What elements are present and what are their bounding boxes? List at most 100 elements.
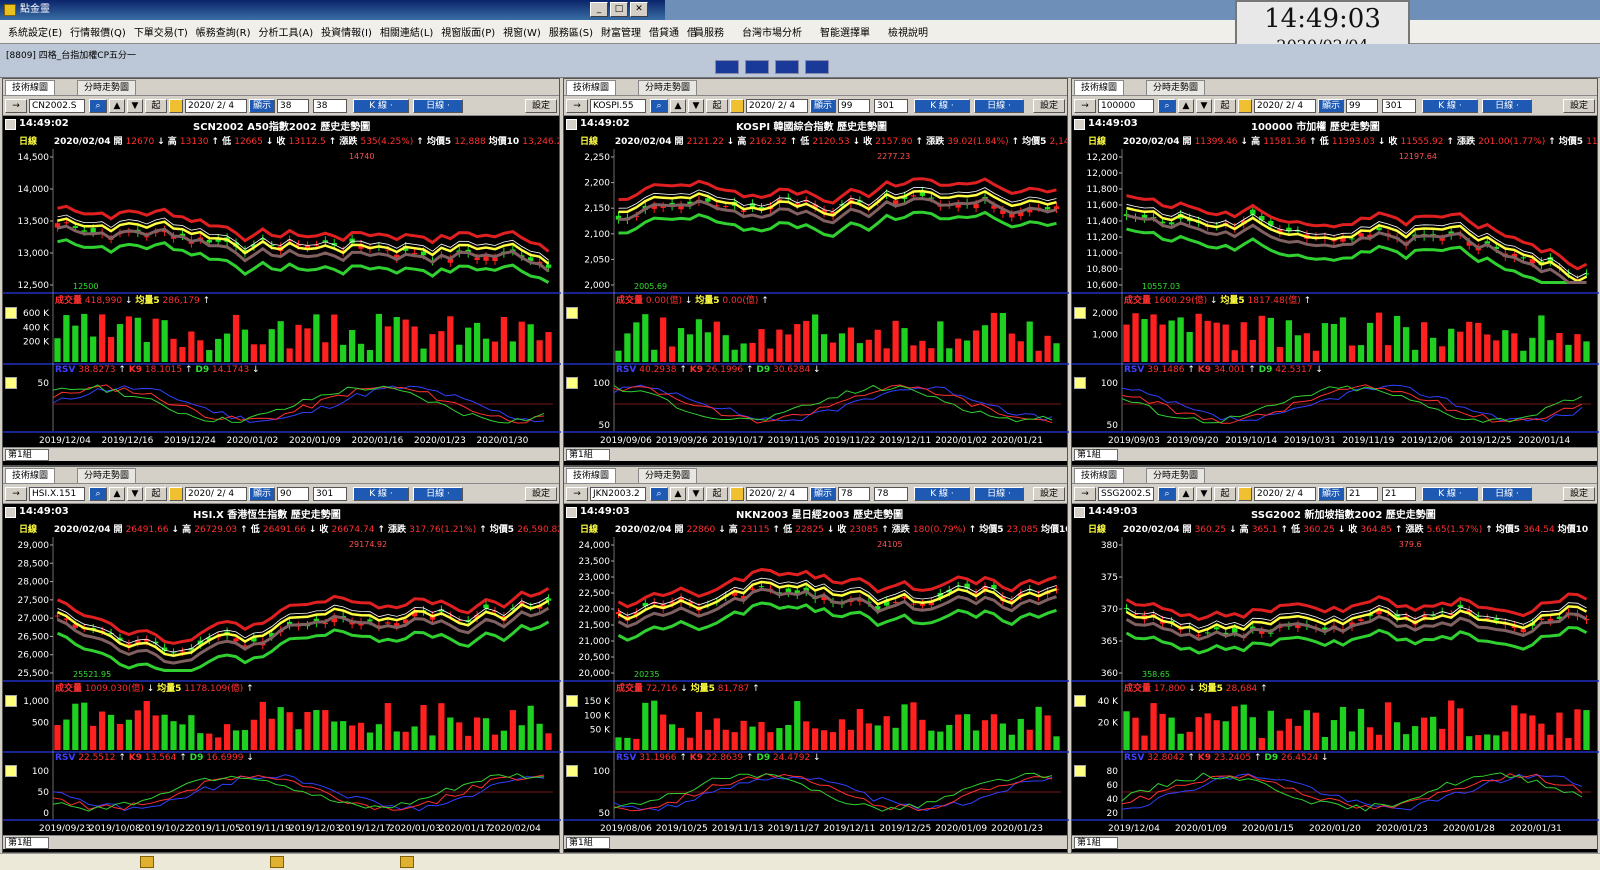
arrow-icon[interactable]: → [566, 99, 588, 113]
kline-dropdown[interactable]: K 線 · [914, 99, 970, 113]
start-button[interactable]: 起 [1214, 487, 1236, 501]
pane-menu-icon[interactable] [5, 307, 17, 319]
show-count-a[interactable]: 38 [277, 99, 309, 113]
menu-item[interactable]: 員服務 [690, 24, 728, 39]
kline-dropdown[interactable]: K 線 · [353, 487, 409, 501]
tab-technical[interactable]: 技術線圖 [5, 80, 56, 95]
menu-item[interactable]: 行情報價(Q) [66, 24, 130, 39]
menu-item[interactable]: 借貸通 [645, 24, 683, 39]
settings-button[interactable]: 設定 [525, 487, 557, 501]
start-button[interactable]: 起 [1214, 99, 1236, 113]
up-icon[interactable]: ▲ [109, 99, 125, 113]
date-input[interactable]: 2020/ 2/ 4 [746, 487, 808, 501]
down-icon[interactable]: ▼ [688, 99, 704, 113]
group-select[interactable]: 第1組 [566, 837, 610, 849]
show-count-a[interactable]: 78 [838, 487, 870, 501]
menu-item[interactable]: 相關連結(L) [376, 24, 437, 39]
search-icon[interactable]: ⌕ [650, 99, 668, 113]
group-select[interactable]: 第1組 [566, 449, 610, 461]
taskbar-app-icon[interactable] [270, 856, 284, 868]
kline-dropdown[interactable]: K 線 · [1422, 487, 1478, 501]
tab-minute[interactable]: 分時走勢圖 [77, 468, 137, 483]
up-icon[interactable]: ▲ [670, 99, 686, 113]
pane-menu-icon[interactable] [566, 307, 578, 319]
group-select[interactable]: 第1組 [1074, 449, 1118, 461]
symbol-input[interactable]: KOSPI.55 [590, 99, 646, 113]
menu-item[interactable]: 檢視說明 [884, 24, 932, 39]
show-count-a[interactable]: 99 [1346, 99, 1378, 113]
calendar-icon[interactable] [1238, 99, 1252, 113]
tab-technical[interactable]: 技術線圖 [566, 468, 617, 483]
arrow-icon[interactable]: → [1074, 487, 1096, 501]
menu-item[interactable]: 下單交易(T) [130, 24, 192, 39]
symbol-input[interactable]: HSI.X.151 [29, 487, 85, 501]
maximize-button[interactable]: □ [610, 2, 628, 17]
up-icon[interactable]: ▲ [1178, 487, 1194, 501]
calendar-icon[interactable] [169, 487, 183, 501]
menu-item[interactable]: 帳務查詢(R) [192, 24, 255, 39]
calendar-icon[interactable] [1238, 487, 1252, 501]
calendar-icon[interactable] [169, 99, 183, 113]
settings-button[interactable]: 設定 [1033, 99, 1065, 113]
calendar-icon[interactable] [730, 99, 744, 113]
search-icon[interactable]: ⌕ [89, 99, 107, 113]
show-count-b[interactable]: 21 [1382, 487, 1416, 501]
daily-dropdown[interactable]: 日線 · [1482, 487, 1532, 501]
show-count-b[interactable]: 38 [313, 99, 347, 113]
group-select[interactable]: 第1組 [5, 837, 49, 849]
show-count-b[interactable]: 301 [1382, 99, 1416, 113]
menu-item[interactable]: 系統設定(E) [4, 24, 66, 39]
down-icon[interactable]: ▼ [127, 487, 143, 501]
start-button[interactable]: 起 [706, 487, 728, 501]
daily-dropdown[interactable]: 日線 · [1482, 99, 1532, 113]
up-icon[interactable]: ▲ [670, 487, 686, 501]
chart-menu-icon[interactable] [1074, 507, 1085, 518]
start-button[interactable]: 起 [145, 99, 167, 113]
date-input[interactable]: 2020/ 2/ 4 [746, 99, 808, 113]
group-select[interactable]: 第1組 [1074, 837, 1118, 849]
layout-icon-1[interactable] [715, 60, 739, 74]
pane-menu-icon[interactable] [1074, 307, 1086, 319]
group-select[interactable]: 第1組 [5, 449, 49, 461]
up-icon[interactable]: ▲ [1178, 99, 1194, 113]
show-count-b[interactable]: 301 [313, 487, 347, 501]
pane-menu-icon[interactable] [1074, 377, 1086, 389]
show-button[interactable]: 顯示 [1318, 487, 1344, 501]
pane-menu-icon[interactable] [1074, 695, 1086, 707]
show-button[interactable]: 顯示 [249, 99, 275, 113]
show-button[interactable]: 顯示 [249, 487, 275, 501]
search-icon[interactable]: ⌕ [89, 487, 107, 501]
chart-menu-icon[interactable] [5, 507, 16, 518]
symbol-input[interactable]: 100000 [1098, 99, 1154, 113]
down-icon[interactable]: ▼ [1196, 487, 1212, 501]
show-count-a[interactable]: 90 [277, 487, 309, 501]
show-count-b[interactable]: 78 [874, 487, 908, 501]
symbol-input[interactable]: JKN2003.2 [590, 487, 646, 501]
date-input[interactable]: 2020/ 2/ 4 [1254, 99, 1316, 113]
pane-menu-icon[interactable] [1074, 765, 1086, 777]
arrow-icon[interactable]: → [566, 487, 588, 501]
taskbar-app-icon[interactable] [400, 856, 414, 868]
tab-minute[interactable]: 分時走勢圖 [638, 468, 698, 483]
kline-dropdown[interactable]: K 線 · [914, 487, 970, 501]
menu-item[interactable]: 視窗版面(P) [437, 24, 499, 39]
settings-button[interactable]: 設定 [1033, 487, 1065, 501]
arrow-icon[interactable]: → [1074, 99, 1096, 113]
search-icon[interactable]: ⌕ [1158, 487, 1176, 501]
down-icon[interactable]: ▼ [688, 487, 704, 501]
show-button[interactable]: 顯示 [1318, 99, 1344, 113]
down-icon[interactable]: ▼ [127, 99, 143, 113]
date-input[interactable]: 2020/ 2/ 4 [1254, 487, 1316, 501]
menu-item[interactable]: 視窗(W) [499, 24, 545, 39]
search-icon[interactable]: ⌕ [650, 487, 668, 501]
pane-menu-icon[interactable] [566, 765, 578, 777]
menu-item[interactable]: 投資情報(I) [317, 24, 376, 39]
menu-item[interactable]: 財富管理 [597, 24, 645, 39]
show-count-b[interactable]: 301 [874, 99, 908, 113]
tab-technical[interactable]: 技術線圖 [1074, 80, 1125, 95]
pane-menu-icon[interactable] [566, 377, 578, 389]
symbol-input[interactable]: CN2002.S [29, 99, 85, 113]
up-icon[interactable]: ▲ [109, 487, 125, 501]
chart-menu-icon[interactable] [566, 507, 577, 518]
close-button[interactable]: ✕ [630, 2, 648, 17]
